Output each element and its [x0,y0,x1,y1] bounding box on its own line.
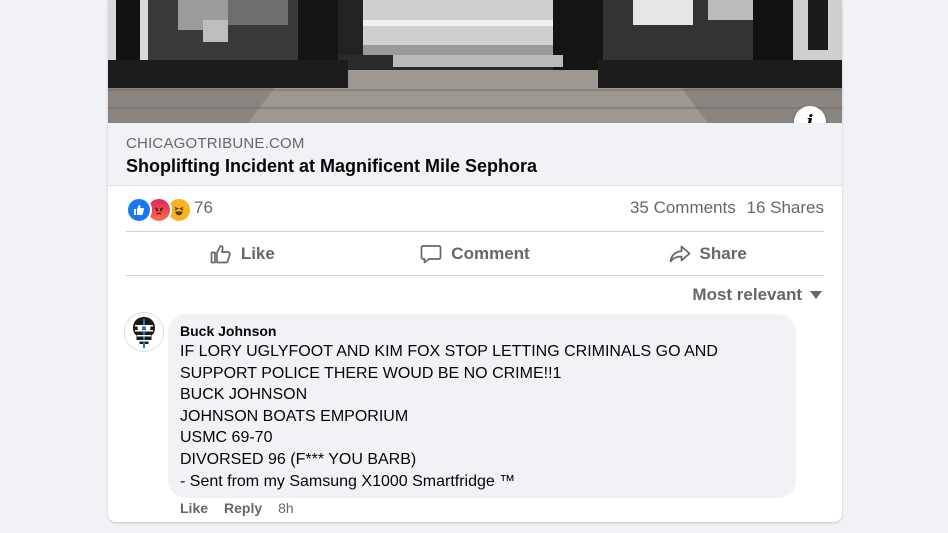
comment-label: Comment [451,244,530,263]
comment-sort-dropdown[interactable]: Most relevant [692,285,822,305]
share-button[interactable]: Share [591,233,824,275]
comment-icon [420,245,442,264]
comments-count[interactable]: 35 Comments [630,198,736,217]
comment-line: IF LORY UGLYFOOT AND KIM FOX STOP LETTIN… [180,343,718,360]
reaction-count[interactable]: 76 [194,198,213,218]
comment-text: IF LORY UGLYFOOT AND KIM FOX STOP LETTIN… [180,341,718,492]
reaction-stats-bar: 76 35 Comments 16 Shares [126,195,824,223]
link-preview-meta[interactable]: CHICAGOTRIBUNE.COM Shoplifting Incident … [108,123,842,186]
comment-author[interactable]: Buck Johnson [180,323,276,339]
link-preview-image[interactable] [108,0,842,123]
like-label: Like [240,244,275,263]
comment-like-link[interactable]: Like [180,500,208,516]
shares-count[interactable]: 16 Shares [747,198,825,217]
comment-line: USMC 69-70 [180,429,273,447]
comment-line: BUCK JOHNSON [180,386,308,404]
like-button[interactable]: Like [126,233,359,275]
engagement-counts: 35 Comments 16 Shares [624,198,824,218]
post-card: i CHICAGOTRIBUNE.COM Shoplifting Inciden… [108,0,842,522]
comment-line: JOHNSON BOATS EMPORIUM [180,407,409,425]
share-label: Share [699,244,747,263]
comment-line: - Sent from my Samsung X1000 Smartfridge… [180,472,516,490]
skull-flag-icon [125,313,163,351]
comment-actions: Like Reply 8h [180,500,294,516]
like-icon [126,197,152,223]
link-domain: CHICAGOTRIBUNE.COM [126,135,305,152]
comment-line: SUPPORT POLICE THERE WOUD BE NO CRIME!!1 [180,364,562,382]
divider [126,231,824,232]
comment-reply-link[interactable]: Reply [224,500,262,516]
link-title[interactable]: Shoplifting Incident at Magnificent Mile… [126,156,537,177]
comment-bubble: Buck Johnson IF LORY UGLYFOOT AND KIM FO… [168,314,796,498]
comment-line: DIVORSED 96 (F*** YOU BARB) [180,450,417,468]
reaction-icons[interactable] [126,197,192,223]
share-icon [669,245,690,263]
thumbs-up-icon [210,245,231,264]
post-action-bar: Like Comment Share [126,233,824,275]
caret-down-icon [810,291,822,299]
sort-label: Most relevant [692,285,802,304]
comment-button[interactable]: Comment [359,233,592,275]
divider [126,275,824,276]
comment-timestamp[interactable]: 8h [278,500,294,516]
avatar[interactable] [124,312,164,352]
